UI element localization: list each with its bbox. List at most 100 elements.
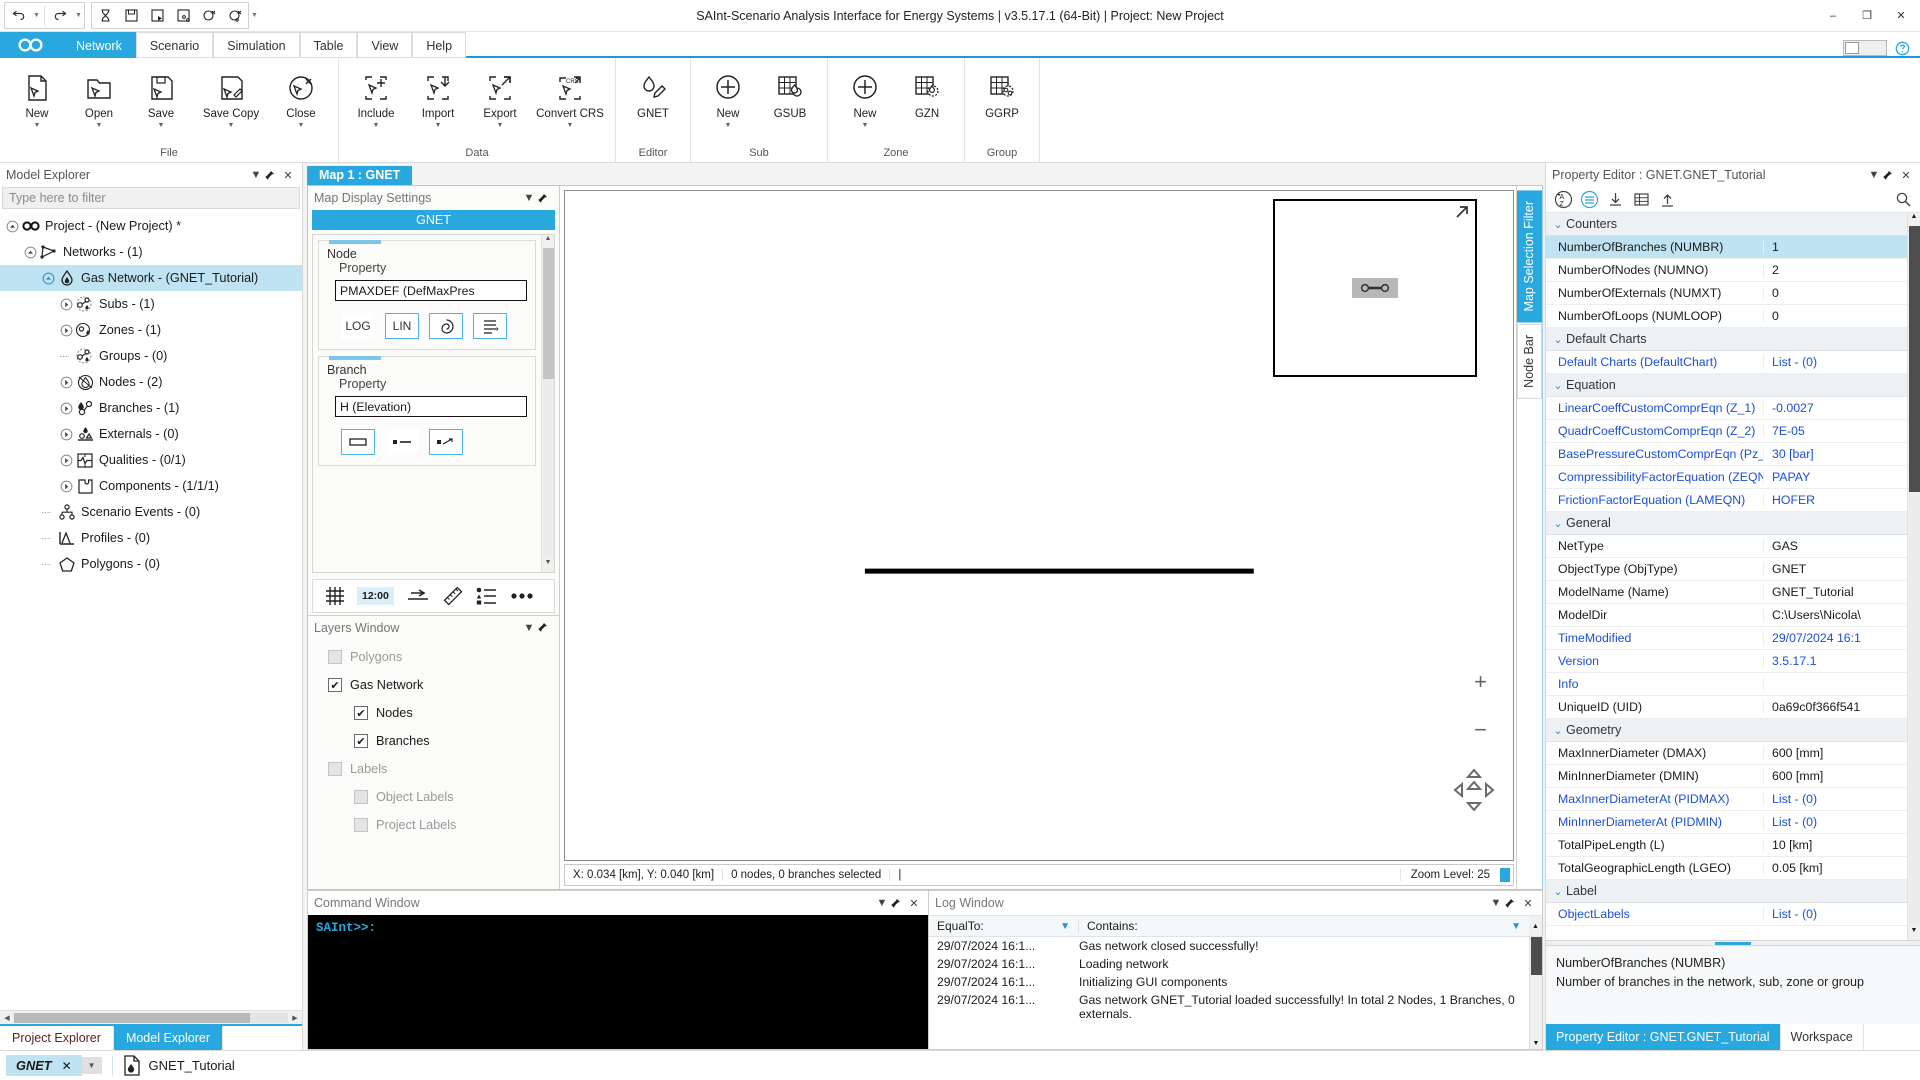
chevron-down-icon[interactable]: ▼ (96, 121, 103, 130)
property-value[interactable]: 600 [mm] (1764, 746, 1907, 760)
ribbon-tab-view[interactable]: View (357, 32, 413, 58)
node-property-select[interactable]: PMAXDEF (DefMaxPres (335, 280, 527, 301)
tree-item-polygons[interactable]: Polygons - (0) (0, 551, 302, 577)
scroll-track[interactable] (14, 1012, 288, 1023)
chevron-down-icon[interactable]: ⌄ (1550, 724, 1566, 737)
property-value[interactable]: 0 (1764, 286, 1907, 300)
zoom-in-button[interactable]: + (1474, 669, 1487, 695)
property-value[interactable]: C:\Users\Nicola\ (1764, 608, 1907, 622)
expand-toggle-icon[interactable] (58, 322, 74, 338)
property-row[interactable]: CompressibilityFactorEquation (ZEQN) PAPA… (1546, 466, 1907, 489)
collapse-toggle-icon[interactable] (40, 270, 56, 286)
chevron-down-icon[interactable]: ▼ (725, 121, 732, 130)
property-row[interactable]: MinInnerDiameterAt (PIDMIN) List - (0) (1546, 811, 1907, 834)
chevron-down-icon[interactable]: ⌄ (1550, 517, 1566, 530)
ribbon-open-button[interactable]: Open ▼ (68, 61, 130, 130)
property-value[interactable]: 3.5.17.1 (1764, 654, 1907, 668)
save-network-icon[interactable] (170, 3, 196, 29)
ribbon-tab-simulation[interactable]: Simulation (213, 32, 300, 58)
property-value[interactable]: GNET (1764, 562, 1907, 576)
panel-menu-icon[interactable]: ▼ (874, 897, 890, 909)
tree-item-networks[interactable]: Networks - (1) (0, 239, 302, 265)
ribbon-convert-crs-button[interactable]: CRS Convert CRS ▼ (531, 61, 609, 130)
expand-toggle-icon[interactable] (58, 400, 74, 416)
property-grid-vscrollbar[interactable]: ▲ ▼ (1907, 213, 1920, 940)
qat-overflow-button[interactable]: ▼ (249, 12, 260, 19)
minimize-button[interactable]: – (1816, 1, 1850, 31)
legend-icon[interactable] (473, 313, 507, 339)
property-category-equation[interactable]: ⌄ Equation (1546, 374, 1907, 397)
redo-button[interactable] (47, 3, 73, 29)
close-circle-icon[interactable] (196, 3, 222, 29)
filter-icon[interactable]: ▼ (1060, 921, 1070, 932)
property-row[interactable]: ObjectLabels List - (0) (1546, 903, 1907, 926)
expand-toggle-icon[interactable] (58, 426, 74, 442)
chevron-down-icon[interactable]: ⌄ (1550, 379, 1566, 392)
property-row[interactable]: ModelName (Name) GNET_Tutorial (1546, 581, 1907, 604)
property-row[interactable]: FrictionFactorEquation (LAMEQN) HOFER (1546, 489, 1907, 512)
expand-toggle-icon[interactable] (58, 478, 74, 494)
property-row[interactable]: LinearCoeffCustomComprEqn (Z_1) -0.0027 (1546, 397, 1907, 420)
tree-item-scenario[interactable]: Scenario Events - (0) (0, 499, 302, 525)
command-window-terminal[interactable]: SAInt>>: (308, 915, 928, 1049)
ribbon-gsub-button[interactable]: GSUB (759, 61, 821, 121)
tree-item-branches[interactable]: Branches - (1) (0, 395, 302, 421)
model-explorer-filter-input[interactable]: Type here to filter (2, 187, 300, 209)
tab-project-explorer[interactable]: Project Explorer (0, 1026, 114, 1050)
layer-checkbox[interactable] (354, 818, 368, 832)
layer-checkbox[interactable]: ✔ (354, 706, 368, 720)
ribbon-save-copy-button[interactable]: Save Copy ▼ (192, 61, 270, 130)
layer-item-project-labels[interactable]: Project Labels (314, 811, 553, 839)
chevron-down-icon[interactable]: ▼ (298, 121, 305, 130)
property-value[interactable]: GAS (1764, 539, 1907, 553)
scroll-down-arrow[interactable]: ▼ (1911, 927, 1918, 940)
layer-item-gas-network[interactable]: ✔ Gas Network (314, 671, 553, 699)
tree-item-zones[interactable]: Zones - (1) (0, 317, 302, 343)
layer-checkbox[interactable]: ✔ (328, 678, 342, 692)
property-value[interactable]: List - (0) (1764, 907, 1907, 921)
property-value[interactable]: PAPAY (1764, 470, 1907, 484)
grid-icon[interactable] (325, 586, 345, 606)
pin-icon[interactable] (890, 898, 906, 909)
tree-item-externals[interactable]: Externals - (0) (0, 421, 302, 447)
property-row[interactable]: BasePressureCustomComprEqn (Pz_b) 30 [bar… (1546, 443, 1907, 466)
legend-list-icon[interactable] (476, 587, 498, 605)
property-row[interactable]: QuadrCoeffCustomComprEqn (Z_2) 7E-05 (1546, 420, 1907, 443)
scroll-down-arrow[interactable]: ▼ (1533, 1040, 1540, 1049)
dot-line-icon[interactable] (385, 429, 419, 455)
tree-item-gas[interactable]: Gas Network - (GNET_Tutorial) (0, 265, 302, 291)
ribbon-new-button[interactable]: New ▼ (6, 61, 68, 130)
model-explorer-hscrollbar[interactable]: ◀ ▶ (0, 1010, 302, 1024)
property-row[interactable]: Version 3.5.17.1 (1546, 650, 1907, 673)
tree-item-profiles[interactable]: Profiles - (0) (0, 525, 302, 551)
ribbon-import-button[interactable]: Import ▼ (407, 61, 469, 130)
layer-item-branches[interactable]: ✔ Branches (314, 727, 553, 755)
dot-arrow-icon[interactable] (429, 429, 463, 455)
ribbon-sub-new-button[interactable]: New ▼ (697, 61, 759, 130)
table-icon[interactable] (1630, 189, 1652, 211)
status-chip-close-icon[interactable]: ✕ (62, 1059, 72, 1073)
ribbon-tab-help[interactable]: Help (412, 32, 467, 58)
chevron-down-icon[interactable]: ▼ (158, 121, 165, 130)
chevron-down-icon[interactable]: ▼ (567, 121, 574, 130)
zoom-out-button[interactable]: − (1474, 717, 1487, 743)
ribbon-save-button[interactable]: Save ▼ (130, 61, 192, 130)
log-entry[interactable]: 29/07/2024 16:1... Gas network closed suc… (929, 937, 1529, 955)
property-value[interactable]: 0.05 [km] (1764, 861, 1907, 875)
panel-menu-icon[interactable]: ▼ (248, 169, 264, 181)
property-value[interactable]: 10 [km] (1764, 838, 1907, 852)
layer-item-labels[interactable]: Labels (314, 755, 553, 783)
expand-toggle-icon[interactable] (58, 296, 74, 312)
log-column-time[interactable]: EqualTo: ▼ (929, 919, 1079, 933)
property-row[interactable]: UniqueID (UID) 0a69c0f366f541 (1546, 696, 1907, 719)
tree-item-groups[interactable]: Groups - (0) (0, 343, 302, 369)
close-icon[interactable]: ✕ (280, 169, 296, 182)
download-icon[interactable] (1604, 189, 1626, 211)
bar-style-icon[interactable] (341, 429, 375, 455)
tab-workspace[interactable]: Workspace (1781, 1024, 1864, 1050)
status-chip-dropdown[interactable]: ▼ (81, 1057, 102, 1074)
side-tab-node-bar[interactable]: Node Bar (1517, 324, 1542, 400)
ribbon-tab-table[interactable]: Table (299, 32, 358, 58)
property-value[interactable]: 600 [mm] (1764, 769, 1907, 783)
map-settings-vscrollbar[interactable]: ▲ ▼ (541, 235, 554, 572)
